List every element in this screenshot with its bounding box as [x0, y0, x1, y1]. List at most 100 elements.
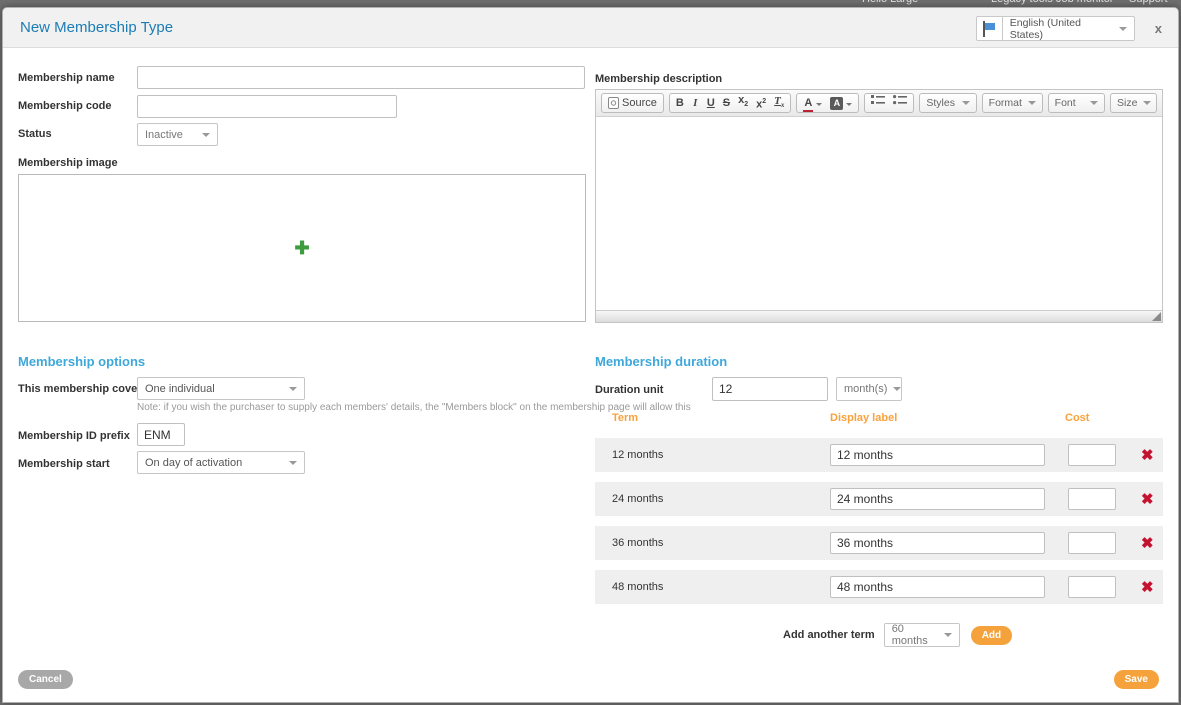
bulleted-list-button[interactable]: [889, 94, 911, 112]
screen: Hello Large Legacy tools Job monitor Sup…: [0, 0, 1181, 705]
membership-code-input[interactable]: [137, 95, 397, 118]
term-label: 24 months: [612, 493, 663, 505]
cost-input[interactable]: [1068, 576, 1116, 598]
language-select[interactable]: English (United States): [1003, 16, 1135, 41]
membership-description-label: Membership description: [595, 73, 722, 85]
toolbar-group-lists: [864, 93, 914, 113]
duration-row-36-months: 36 months ✖: [595, 526, 1163, 560]
delete-term-icon[interactable]: ✖: [1141, 446, 1154, 464]
status-select-value: Inactive: [145, 129, 183, 141]
description-editor: Source B I U S x2 x2 Tx A A: [595, 89, 1163, 323]
chevron-down-icon: [962, 101, 970, 105]
display-label-input[interactable]: [830, 576, 1045, 598]
bg-nav-legacy-tools[interactable]: Legacy tools: [991, 0, 1053, 5]
remove-format-button[interactable]: Tx: [770, 92, 788, 114]
add-term-row: Add another term 60 months Add: [783, 623, 1012, 647]
status-label: Status: [18, 128, 52, 140]
membership-covers-label: This membership covers: [18, 383, 148, 395]
bulleted-list-icon: [893, 94, 907, 106]
close-button[interactable]: x: [1151, 19, 1166, 38]
display-label-input[interactable]: [830, 488, 1045, 510]
cancel-button[interactable]: Cancel: [18, 670, 73, 689]
numbered-list-button[interactable]: [867, 94, 889, 112]
italic-button[interactable]: I: [688, 94, 703, 112]
add-image-icon[interactable]: ✚: [294, 238, 309, 259]
subscript-button[interactable]: x2: [734, 91, 752, 114]
modal-header: New Membership Type English (United Stat…: [3, 8, 1178, 48]
cost-input[interactable]: [1068, 532, 1116, 554]
text-color-button[interactable]: A: [799, 94, 826, 112]
membership-start-label: Membership start: [18, 458, 110, 470]
font-dropdown[interactable]: Font: [1048, 93, 1105, 113]
add-term-select-value: 60 months: [892, 623, 938, 647]
background-color-button[interactable]: A: [826, 94, 856, 112]
chevron-down-icon: [1119, 27, 1127, 31]
editor-statusbar: [596, 310, 1162, 322]
strikethrough-button[interactable]: S: [719, 94, 734, 112]
membership-code-label: Membership code: [18, 100, 112, 112]
styles-dropdown[interactable]: Styles: [919, 93, 976, 113]
chevron-down-icon: [816, 103, 822, 106]
membership-covers-value: One individual: [145, 383, 215, 395]
status-select[interactable]: Inactive: [137, 123, 218, 146]
term-label: 12 months: [612, 449, 663, 461]
toolbar-group-source: Source: [601, 93, 664, 113]
chevron-down-icon: [1028, 101, 1036, 105]
cost-input[interactable]: [1068, 488, 1116, 510]
toolbar-group-colors: A A: [796, 93, 859, 113]
delete-term-icon[interactable]: ✖: [1141, 490, 1154, 508]
membership-id-prefix-label: Membership ID prefix: [18, 430, 130, 442]
bold-button[interactable]: B: [672, 94, 688, 112]
membership-start-select[interactable]: On day of activation: [137, 451, 305, 474]
duration-row-48-months: 48 months ✖: [595, 570, 1163, 604]
delete-term-icon[interactable]: ✖: [1141, 534, 1154, 552]
chevron-down-icon: [289, 387, 297, 391]
chevron-down-icon: [846, 103, 852, 106]
page-title: New Membership Type: [20, 8, 173, 48]
source-button[interactable]: Source: [604, 94, 661, 112]
source-icon: [608, 97, 619, 109]
add-term-select[interactable]: 60 months: [884, 623, 960, 647]
membership-id-prefix-input[interactable]: [137, 423, 185, 446]
size-dropdown[interactable]: Size: [1110, 93, 1157, 113]
language-flag-icon[interactable]: [976, 16, 1003, 41]
add-term-button[interactable]: Add: [971, 626, 1012, 645]
description-editor-content[interactable]: [596, 117, 1162, 310]
cost-input[interactable]: [1068, 444, 1116, 466]
format-dropdown[interactable]: Format: [982, 93, 1043, 113]
bg-nav-user-menu[interactable]: Hello Large: [862, 0, 918, 5]
chevron-down-icon: [289, 461, 297, 465]
term-label: 48 months: [612, 581, 663, 593]
duration-unit-label: Duration unit: [595, 384, 663, 396]
display-label-input[interactable]: [830, 532, 1045, 554]
duration-row-12-months: 12 months ✖: [595, 438, 1163, 472]
background-topbar: Hello Large Legacy tools Job monitor Sup…: [0, 0, 1181, 7]
duration-row-24-months: 24 months ✖: [595, 482, 1163, 516]
superscript-button[interactable]: x2: [752, 93, 770, 114]
save-button[interactable]: Save: [1114, 670, 1159, 689]
bg-nav-job-monitor[interactable]: Job monitor: [1056, 0, 1113, 5]
duration-unit-type-select[interactable]: month(s): [836, 377, 902, 401]
toolbar-group-basicstyles: B I U S x2 x2 Tx: [669, 93, 792, 113]
numbered-list-icon: [871, 94, 885, 106]
term-label: 36 months: [612, 537, 663, 549]
membership-name-input[interactable]: [137, 66, 585, 89]
display-label-input[interactable]: [830, 444, 1045, 466]
underline-button[interactable]: U: [703, 94, 719, 112]
membership-image-dropzone[interactable]: ✚: [18, 174, 586, 322]
editor-toolbar: Source B I U S x2 x2 Tx A A: [596, 90, 1162, 117]
modal-body: Membership name Membership code Status I…: [3, 49, 1178, 702]
membership-duration-heading: Membership duration: [595, 354, 727, 369]
membership-start-value: On day of activation: [145, 457, 242, 469]
resize-grip[interactable]: [1152, 312, 1161, 321]
term-column-header: Term: [612, 412, 638, 424]
new-membership-type-modal: New Membership Type English (United Stat…: [2, 7, 1179, 703]
duration-unit-type-value: month(s): [844, 383, 887, 395]
membership-name-label: Membership name: [18, 72, 115, 84]
delete-term-icon[interactable]: ✖: [1141, 578, 1154, 596]
chevron-down-icon: [1090, 101, 1098, 105]
duration-unit-input[interactable]: [712, 377, 828, 401]
chevron-down-icon: [893, 387, 901, 391]
membership-covers-select[interactable]: One individual: [137, 377, 305, 400]
bg-nav-support[interactable]: Support: [1129, 0, 1168, 5]
